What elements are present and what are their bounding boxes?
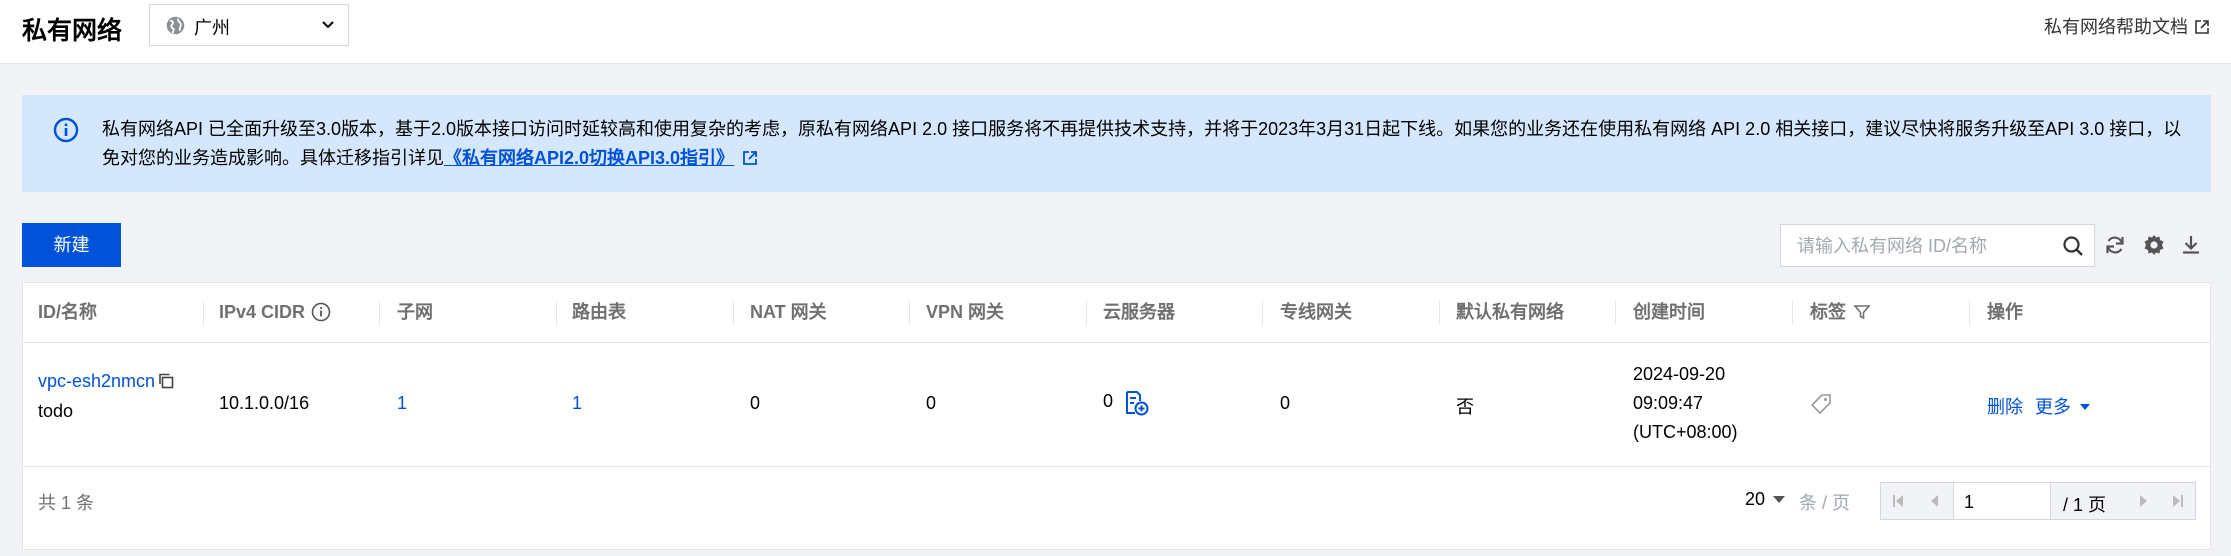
column-divider — [1262, 301, 1263, 325]
route-table-count-link[interactable]: 1 — [572, 393, 582, 414]
col-cvm: 云服务器 — [1103, 302, 1175, 322]
cvm-count: 0 — [1103, 391, 1114, 411]
search-box — [1780, 224, 2095, 267]
total-pages: / 1 页 — [2063, 495, 2107, 515]
help-doc-label: 私有网络帮助文档 — [2044, 17, 2188, 37]
globe-icon — [166, 16, 185, 35]
column-divider — [733, 301, 734, 325]
chevron-down-icon — [322, 21, 334, 29]
migration-guide-link[interactable]: 《私有网络API2.0切换API3.0指引》 — [444, 148, 734, 168]
page-input[interactable] — [1962, 489, 2046, 515]
refresh-icon[interactable] — [2103, 233, 2127, 257]
vpn-count: 0 — [926, 393, 937, 413]
default-vpc-value: 否 — [1456, 397, 1474, 417]
tag-icon[interactable] — [1809, 392, 1833, 416]
gear-icon[interactable] — [2142, 233, 2166, 257]
subnet-count-link[interactable]: 1 — [397, 393, 407, 414]
download-icon[interactable] — [2179, 233, 2203, 257]
pagination: / 1 页 — [1880, 482, 2196, 520]
next-page-icon[interactable] — [2125, 483, 2161, 519]
column-divider — [1439, 301, 1440, 325]
column-divider — [1969, 301, 1970, 325]
vpc-name: todo — [38, 401, 74, 421]
col-tags-label: 标签 — [1810, 302, 1846, 322]
notice-text: 私有网络API 已全面升级至3.0版本，基于2.0版本接口访问时延较高和使用复杂… — [102, 115, 2182, 173]
page-input-box — [1953, 483, 2051, 519]
region-label: 广州 — [194, 18, 230, 38]
column-divider — [556, 301, 557, 325]
col-id-name: ID/名称 — [38, 302, 98, 322]
top-bar: 私有网络 广州 私有网络帮助文档 — [0, 0, 2231, 64]
caret-down-icon — [1773, 496, 1786, 503]
col-vpn: VPN 网关 — [926, 302, 1005, 322]
new-button[interactable]: 新建 — [22, 223, 121, 267]
table-row: vpc-esh2nmcn todo 10.1.0.0/16 1 1 0 0 0 … — [23, 342, 2210, 467]
last-page-icon[interactable] — [2159, 483, 2195, 519]
first-page-icon[interactable] — [1881, 483, 1917, 519]
page-title: 私有网络 — [22, 17, 123, 45]
column-divider — [1086, 301, 1087, 325]
col-created-time: 创建时间 — [1633, 302, 1705, 322]
caret-down-icon — [2080, 404, 2090, 410]
created-timezone: (UTC+08:00) — [1633, 422, 1738, 442]
more-label: 更多 — [2035, 397, 2071, 417]
notice-banner: 私有网络API 已全面升级至3.0版本，基于2.0版本接口访问时延较高和使用复杂… — [22, 95, 2211, 192]
external-link-icon[interactable] — [742, 150, 758, 166]
column-divider — [379, 301, 380, 325]
info-icon — [53, 117, 79, 143]
column-divider — [1615, 301, 1616, 325]
delete-button[interactable]: 删除 — [1987, 393, 2023, 419]
col-route-table: 路由表 — [572, 302, 626, 322]
column-divider — [203, 301, 204, 325]
search-icon[interactable] — [2062, 235, 2084, 257]
nat-count: 0 — [750, 393, 761, 413]
col-default-vpc: 默认私有网络 — [1456, 302, 1564, 322]
col-dc-gateway: 专线网关 — [1280, 302, 1352, 322]
info-icon[interactable] — [311, 302, 331, 322]
help-doc-link[interactable]: 私有网络帮助文档 — [2044, 13, 2210, 39]
vpc-table: ID/名称 IPv4 CIDR 子网 路由表 NAT 网关 VPN 网关 云服务… — [22, 282, 2211, 550]
add-server-icon[interactable] — [1122, 389, 1150, 417]
page-size-value: 20 — [1745, 489, 1766, 509]
vpc-id-link[interactable]: vpc-esh2nmcn — [38, 371, 155, 392]
more-dropdown[interactable]: 更多 — [2035, 393, 2091, 419]
filter-icon[interactable] — [1852, 302, 1872, 322]
col-subnet: 子网 — [397, 302, 433, 322]
dc-gateway-count: 0 — [1280, 393, 1291, 413]
prev-page-icon[interactable] — [1917, 483, 1953, 519]
search-input[interactable] — [1795, 233, 2049, 259]
col-actions: 操作 — [1987, 302, 2023, 322]
per-page-label: 条 / 页 — [1799, 493, 1851, 513]
col-cidr-label: IPv4 CIDR — [219, 302, 306, 322]
external-link-icon — [2195, 20, 2209, 34]
region-select[interactable]: 广州 — [149, 4, 349, 46]
created-date: 2024-09-20 — [1633, 364, 1726, 384]
total-count: 共 1 条 — [38, 493, 95, 513]
vpc-cidr: 10.1.0.0/16 — [219, 393, 310, 413]
table-header: ID/名称 IPv4 CIDR 子网 路由表 NAT 网关 VPN 网关 云服务… — [23, 283, 2210, 343]
page-size-select[interactable]: 20 — [1745, 489, 1786, 510]
column-divider — [1792, 301, 1793, 325]
column-divider — [909, 301, 910, 325]
col-tags: 标签 — [1810, 283, 1872, 342]
created-time: 09:09:47 — [1633, 393, 1704, 413]
col-nat: NAT 网关 — [750, 302, 827, 322]
col-cidr: IPv4 CIDR — [219, 283, 331, 342]
copy-icon[interactable] — [157, 372, 175, 390]
notice-body: 私有网络API 已全面升级至3.0版本，基于2.0版本接口访问时延较高和使用复杂… — [102, 119, 2182, 168]
